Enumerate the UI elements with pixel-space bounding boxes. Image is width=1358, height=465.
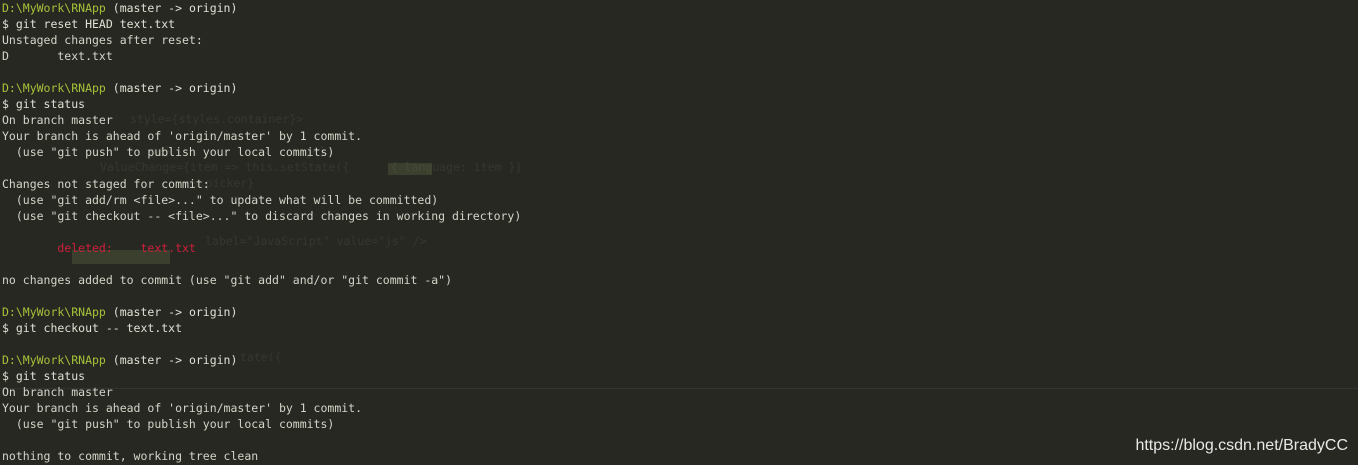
output-line: (use "git push" to publish your local co…: [2, 144, 521, 160]
output-line: Changes not staged for commit:: [2, 176, 521, 192]
command-text: $ git reset HEAD text.txt: [2, 17, 176, 31]
output-text: (use "git checkout -- <file>..." to disc…: [2, 209, 522, 223]
command-line: $ git status: [2, 368, 521, 384]
watermark-text: https://blog.csdn.net/BradyCC: [1135, 437, 1348, 454]
output-text: Your branch is ahead of 'origin/master' …: [2, 401, 363, 415]
command-text: $ git status: [2, 369, 86, 383]
output-text: Your branch is ahead of 'origin/master' …: [2, 129, 363, 143]
prompt-line: D:\MyWork\RNApp (master -> origin): [2, 304, 521, 320]
output-text: Changes not staged for commit:: [2, 177, 210, 191]
output-line: (use "git checkout -- <file>..." to disc…: [2, 208, 521, 224]
prompt-path: D:\MyWork\RNApp: [2, 81, 106, 95]
prompt-branch: (master -> origin): [105, 1, 238, 15]
output-line: (use "git push" to publish your local co…: [2, 416, 521, 432]
output-line: nothing to commit, working tree clean: [2, 448, 521, 464]
output-line: Unstaged changes after reset:: [2, 32, 521, 48]
command-line: $ git checkout -- text.txt: [2, 320, 521, 336]
output-line: On branch master: [2, 112, 521, 128]
output-line: Your branch is ahead of 'origin/master' …: [2, 128, 521, 144]
deleted-file-line: deleted: text.txt: [2, 240, 521, 256]
output-line: (use "git add/rm <file>..." to update wh…: [2, 192, 521, 208]
command-line: $ git reset HEAD text.txt: [2, 16, 521, 32]
prompt-path: D:\MyWork\RNApp: [2, 1, 106, 15]
output-text: nothing to commit, working tree clean: [2, 449, 259, 463]
output-line: On branch master: [2, 384, 521, 400]
output-text: On branch master: [2, 113, 113, 127]
output-text: no changes added to commit (use "git add…: [2, 273, 453, 287]
command-text: $ git status: [2, 97, 86, 111]
deleted-file-text: deleted: text.txt: [2, 241, 196, 255]
command-text: $ git checkout -- text.txt: [2, 321, 183, 335]
prompt-line: D:\MyWork\RNApp (master -> origin): [2, 0, 521, 16]
prompt-branch: (master -> origin): [105, 353, 238, 367]
prompt-line: D:\MyWork\RNApp (master -> origin): [2, 80, 521, 96]
output-text: D text.txt: [2, 49, 113, 63]
prompt-path: D:\MyWork\RNApp: [2, 305, 106, 319]
prompt-branch: (master -> origin): [105, 305, 238, 319]
prompt-path: D:\MyWork\RNApp: [2, 353, 106, 367]
console-output: D:\MyWork\RNApp (master -> origin) $ git …: [2, 0, 521, 464]
output-line: Your branch is ahead of 'origin/master' …: [2, 400, 521, 416]
output-text: (use "git add/rm <file>..." to update wh…: [2, 193, 439, 207]
terminal-window[interactable]: style={styles.container}> ge} ge} ValueC…: [0, 0, 1358, 465]
prompt-branch: (master -> origin): [105, 81, 238, 95]
output-text: (use "git push" to publish your local co…: [2, 145, 335, 159]
prompt-line: D:\MyWork\RNApp (master -> origin): [2, 352, 521, 368]
output-text: Unstaged changes after reset:: [2, 33, 203, 47]
output-text: (use "git push" to publish your local co…: [2, 417, 335, 431]
output-line: D text.txt: [2, 48, 521, 64]
output-line: no changes added to commit (use "git add…: [2, 272, 521, 288]
command-line: $ git status: [2, 96, 521, 112]
output-text: On branch master: [2, 385, 113, 399]
